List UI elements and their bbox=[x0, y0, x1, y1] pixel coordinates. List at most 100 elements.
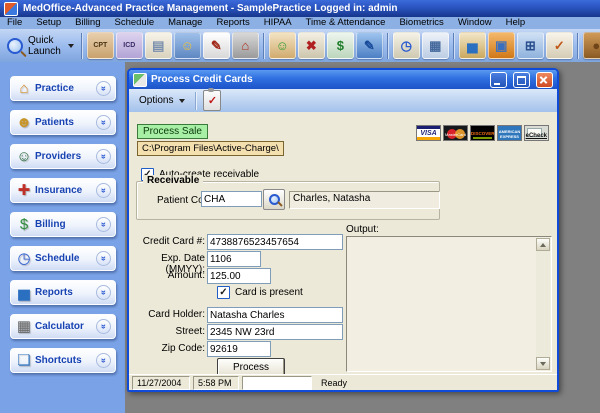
scrollbar[interactable] bbox=[536, 238, 550, 370]
sidebar-item-insurance[interactable]: ✚Insurance » bbox=[10, 178, 116, 203]
chevron-down-icon[interactable]: » bbox=[96, 353, 111, 368]
dialog-titlebar[interactable]: Process Credit Cards bbox=[129, 70, 557, 89]
sidebar-item-practice[interactable]: ⌂Practice» bbox=[10, 76, 116, 101]
patient-search-button[interactable] bbox=[263, 189, 285, 210]
menu-time-attendance[interactable]: Time & Attendance bbox=[299, 17, 393, 29]
clipboard-user-icon[interactable]: ✓ bbox=[546, 32, 573, 59]
card-logos: VISA MasterCard DISCOVER AMERICAN EXPRES… bbox=[416, 125, 549, 141]
sidebar-item-billing[interactable]: $Billing» bbox=[10, 212, 116, 237]
appointments-clock-icon[interactable]: ◷ bbox=[393, 32, 420, 59]
menu-file[interactable]: File bbox=[0, 17, 29, 29]
cpt-codes-icon[interactable]: CPT bbox=[87, 32, 114, 59]
chevron-down-icon[interactable]: » bbox=[96, 81, 111, 96]
dialog-client-area: Process Sale C:\Program Files\Active-Cha… bbox=[129, 112, 557, 390]
sidebar-item-label: Practice bbox=[35, 83, 74, 94]
menu-schedule[interactable]: Schedule bbox=[108, 17, 162, 29]
sidebar-item-label: Patients bbox=[35, 117, 74, 128]
card-present-row: ✓ Card is present bbox=[217, 286, 303, 299]
process-sale-badge: Process Sale bbox=[137, 124, 208, 139]
close-button[interactable] bbox=[536, 72, 553, 88]
sidebar-item-label: Shortcuts bbox=[35, 355, 82, 366]
sidebar-item-reports[interactable]: ▅Reports» bbox=[10, 280, 116, 305]
maximize-button[interactable] bbox=[513, 72, 530, 88]
scroll-down-icon[interactable] bbox=[536, 357, 550, 370]
menu-reports[interactable]: Reports bbox=[209, 17, 256, 29]
credit-card-label: Credit Card #: bbox=[131, 236, 205, 247]
patient-code-input[interactable] bbox=[201, 191, 262, 207]
menu-billing[interactable]: Billing bbox=[68, 17, 107, 29]
provider-doctor-icon: ☺ bbox=[13, 149, 35, 164]
menu-hipaa[interactable]: HIPAA bbox=[257, 17, 299, 29]
amount-input[interactable] bbox=[207, 268, 271, 284]
chevron-down-icon[interactable]: » bbox=[96, 319, 111, 334]
quick-launch-label: Quick Launch bbox=[28, 35, 61, 57]
delete-charges-icon[interactable]: ✖ bbox=[298, 32, 325, 59]
card-holder-input[interactable] bbox=[207, 307, 343, 323]
sidebar-item-schedule[interactable]: ◷Schedule » bbox=[10, 246, 116, 271]
biometrics-penny-icon[interactable]: ● bbox=[583, 32, 600, 59]
sidebar-item-label: Schedule bbox=[35, 253, 79, 264]
toolbar-separator bbox=[81, 33, 83, 59]
emr-monitor-icon[interactable]: ▣ bbox=[488, 32, 515, 59]
credit-card-input[interactable] bbox=[207, 234, 343, 250]
zip-input[interactable] bbox=[207, 341, 271, 357]
chevron-down-icon[interactable]: » bbox=[96, 149, 111, 164]
menu-help[interactable]: Help bbox=[499, 17, 533, 29]
reports-chart-icon: ▅ bbox=[13, 285, 35, 300]
practice-building-icon[interactable]: ⌂ bbox=[232, 32, 259, 59]
amex-logo: AMERICAN EXPRESS bbox=[497, 125, 522, 141]
toolbar-separator bbox=[387, 33, 389, 59]
chevron-down-icon[interactable]: » bbox=[96, 217, 111, 232]
toolbar-icons: CPTICD▤☺✎⌂☺✖$✎◷▦▅▣⊞✓●? bbox=[86, 32, 600, 59]
app-window: MedOffice-Advanced Practice Management -… bbox=[0, 0, 600, 413]
menu-window[interactable]: Window bbox=[451, 17, 499, 29]
status-date: 11/27/2004 bbox=[132, 376, 190, 390]
sidebar-item-label: Calculator bbox=[35, 321, 84, 332]
status-progress-box bbox=[242, 376, 312, 390]
street-input[interactable] bbox=[207, 324, 343, 340]
shortcuts-folder-icon: ❏ bbox=[13, 353, 35, 368]
exp-date-input[interactable] bbox=[207, 251, 261, 267]
scroll-up-icon[interactable] bbox=[536, 238, 550, 251]
minimize-button[interactable] bbox=[490, 72, 507, 88]
card-present-checkbox[interactable]: ✓ bbox=[217, 286, 230, 299]
output-box[interactable] bbox=[346, 236, 552, 372]
post-transaction-icon[interactable]: ✓ bbox=[203, 90, 221, 111]
schedule-clock-icon: ◷ bbox=[13, 251, 35, 266]
quick-launch-button[interactable]: Quick Launch bbox=[7, 35, 74, 57]
network-icon[interactable]: ⊞ bbox=[517, 32, 544, 59]
patient-photo-icon[interactable]: ☺ bbox=[174, 32, 201, 59]
calculator-icon: ▦ bbox=[13, 319, 35, 334]
options-menu-button[interactable]: Options bbox=[135, 93, 189, 108]
chevron-down-icon[interactable]: » bbox=[96, 115, 111, 130]
icd-codes-icon[interactable]: ICD bbox=[116, 32, 143, 59]
patients-people-icon: ☻ bbox=[13, 115, 35, 130]
insurance-firstaid-icon: ✚ bbox=[13, 183, 35, 198]
charge-entry-icon[interactable]: ✎ bbox=[203, 32, 230, 59]
reports-chart-icon[interactable]: ▅ bbox=[459, 32, 486, 59]
toolbar-separator bbox=[453, 33, 455, 59]
receivable-group-label: Receivable bbox=[143, 175, 203, 186]
chevron-down-icon[interactable]: » bbox=[96, 285, 111, 300]
options-label: Options bbox=[139, 95, 173, 106]
patient-activate-icon[interactable]: ☺ bbox=[269, 32, 296, 59]
dropdown-arrow-icon bbox=[68, 44, 74, 48]
sidebar-item-label: Insurance bbox=[35, 185, 82, 196]
sidebar-item-shortcuts[interactable]: ❏Shortcuts » bbox=[10, 348, 116, 373]
sidebar-item-calculator[interactable]: ▦Calculator » bbox=[10, 314, 116, 339]
menu-biometrics[interactable]: Biometrics bbox=[392, 17, 450, 29]
amount-label: Amount: bbox=[131, 270, 205, 281]
patient-card-icon[interactable]: ▤ bbox=[145, 32, 172, 59]
menu-setup[interactable]: Setup bbox=[29, 17, 68, 29]
toolbar-separator bbox=[263, 33, 265, 59]
sidebar-item-patients[interactable]: ☻Patients » bbox=[10, 110, 116, 135]
menu-manage[interactable]: Manage bbox=[161, 17, 209, 29]
chevron-down-icon[interactable]: » bbox=[96, 183, 111, 198]
fee-calculator-icon[interactable]: ▦ bbox=[422, 32, 449, 59]
app-title: MedOffice-Advanced Practice Management -… bbox=[23, 3, 398, 14]
sidebar-item-providers[interactable]: ☺Providers» bbox=[10, 144, 116, 169]
post-payments-icon[interactable]: $ bbox=[327, 32, 354, 59]
chevron-down-icon[interactable]: » bbox=[96, 251, 111, 266]
sidebar-item-label: Billing bbox=[35, 219, 66, 230]
claims-editor-icon[interactable]: ✎ bbox=[356, 32, 383, 59]
